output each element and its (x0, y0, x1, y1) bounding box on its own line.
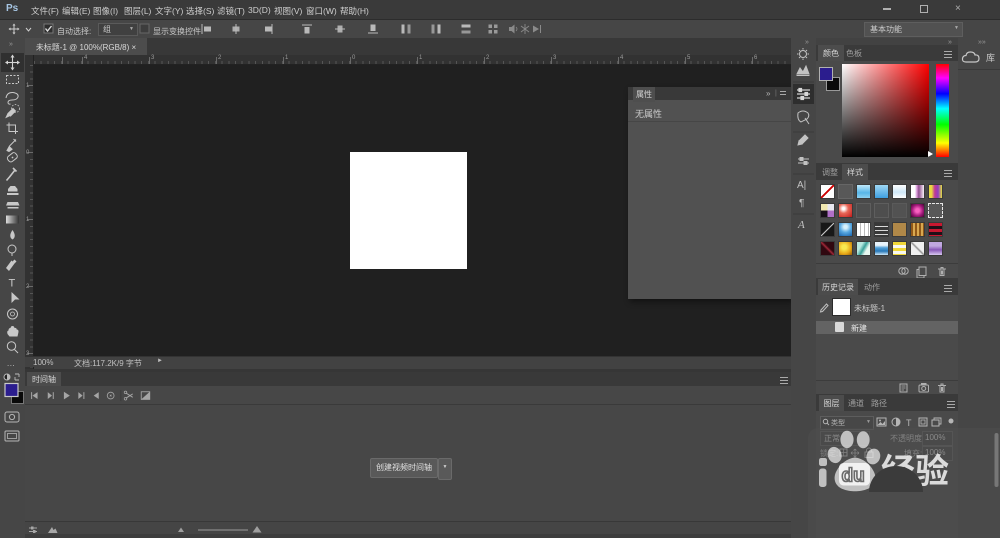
svg-text:du: du (842, 466, 865, 487)
svg-text:A|: A| (797, 180, 806, 191)
svg-text:...: ... (7, 359, 15, 368)
svg-text:A: A (797, 219, 805, 231)
svg-text:»: » (9, 41, 13, 48)
svg-text:¶: ¶ (799, 198, 804, 209)
svg-text:T: T (9, 278, 16, 290)
